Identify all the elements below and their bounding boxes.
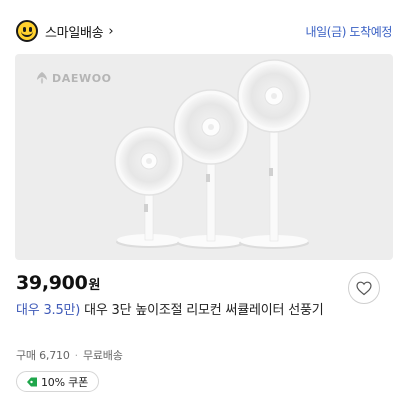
smile-delivery-link[interactable]: 스마일배송 › [16,20,114,42]
shipping-info: 무료배송 [82,349,123,362]
fans-illustration [114,59,311,249]
top-bar: 스마일배송 › 내일(금) 도착예정 [16,19,392,43]
delivery-eta[interactable]: 내일(금) 도착예정 [306,23,393,40]
price-amount: 39,900 [16,272,88,294]
coupon-badge[interactable]: 10% 쿠폰 [16,371,99,392]
fan-small [114,126,184,248]
product-title[interactable]: 대우 3.5만) 대우 3단 높이조절 리모컨 써큘레이터 선풍기 [16,301,338,321]
heart-outline-icon [356,281,372,295]
meta-separator: · [74,348,79,362]
product-title-text: 대우 3단 높이조절 리모컨 써큘레이터 선풍기 [80,303,324,318]
smile-delivery-icon [16,20,38,42]
product-image[interactable]: DAEWOO [15,54,393,260]
product-title-brand: 대우 3.5만) [16,303,81,318]
product-card[interactable]: 스마일배송 › 내일(금) 도착예정 DAEWOO 39,900 원 대우 3.… [0,0,407,402]
fan-medium [173,89,249,249]
coupon-label: 10% 쿠폰 [41,375,88,389]
price-currency: 원 [88,278,101,293]
chevron-right-icon: › [108,23,114,39]
wishlist-button[interactable] [348,272,380,304]
price: 39,900 원 [16,272,101,294]
purchase-count: 구매 6,710 [16,349,70,362]
product-meta: 구매 6,710 · 무료배송 [16,347,123,363]
coupon-tag-icon [27,377,37,386]
smile-delivery-label: 스마일배송 [45,25,104,41]
fan-large [237,59,311,249]
